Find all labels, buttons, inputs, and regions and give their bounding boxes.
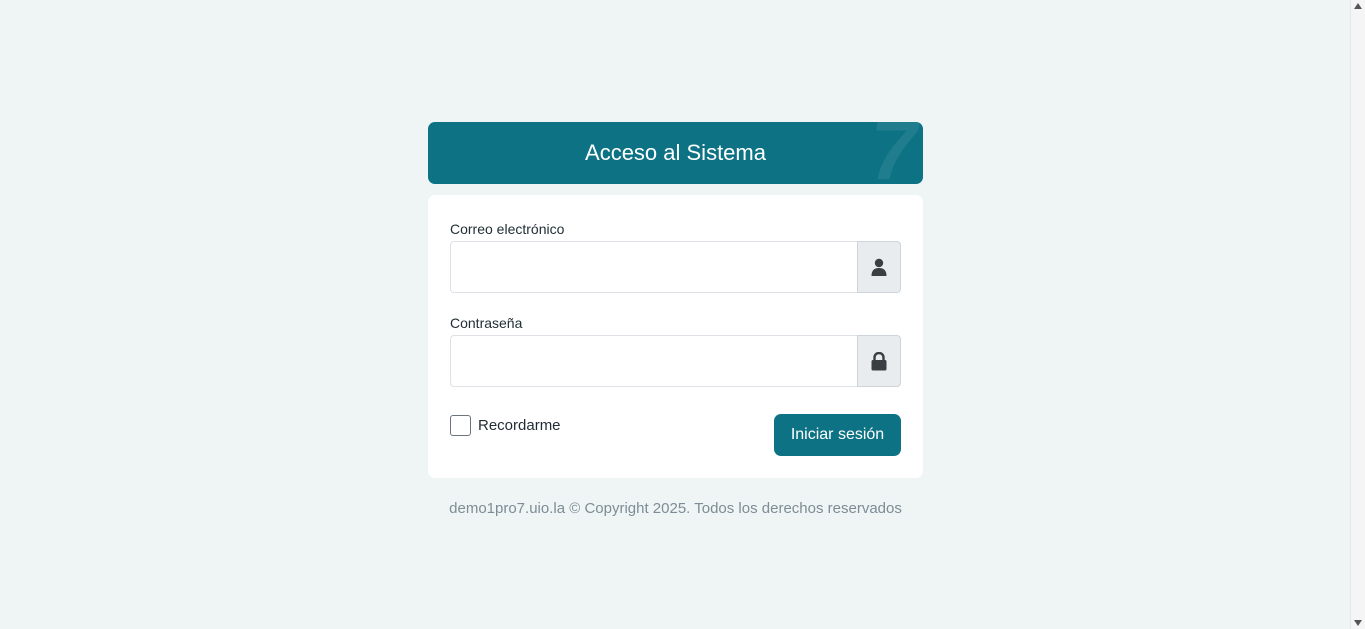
- scroll-down-icon[interactable]: [1354, 620, 1362, 626]
- password-field[interactable]: [450, 335, 857, 387]
- lock-icon: [871, 351, 887, 370]
- user-icon: [871, 258, 887, 276]
- email-input-group: [450, 241, 901, 293]
- email-label: Correo electrónico: [450, 221, 565, 237]
- vertical-scrollbar[interactable]: [1350, 0, 1365, 629]
- login-page: 7 Acceso al Sistema Correo electrónico C…: [0, 0, 1365, 629]
- remember-label[interactable]: Recordarme: [478, 417, 561, 434]
- remember-checkbox[interactable]: [450, 415, 471, 436]
- footer-copyright: demo1pro7.uio.la © Copyright 2025. Todos…: [449, 500, 902, 517]
- remember-me: Recordarme: [450, 415, 561, 436]
- page-title: Acceso al Sistema: [585, 140, 766, 165]
- login-form: Correo electrónico Contraseña Recordarme…: [428, 195, 923, 478]
- password-input-group: [450, 335, 901, 387]
- login-header: 7 Acceso al Sistema: [428, 122, 923, 184]
- login-button[interactable]: Iniciar sesión: [774, 414, 901, 456]
- email-addon: [857, 241, 901, 293]
- scroll-up-icon[interactable]: [1354, 3, 1362, 9]
- password-addon: [857, 335, 901, 387]
- email-field[interactable]: [450, 241, 857, 293]
- password-label: Contraseña: [450, 315, 523, 331]
